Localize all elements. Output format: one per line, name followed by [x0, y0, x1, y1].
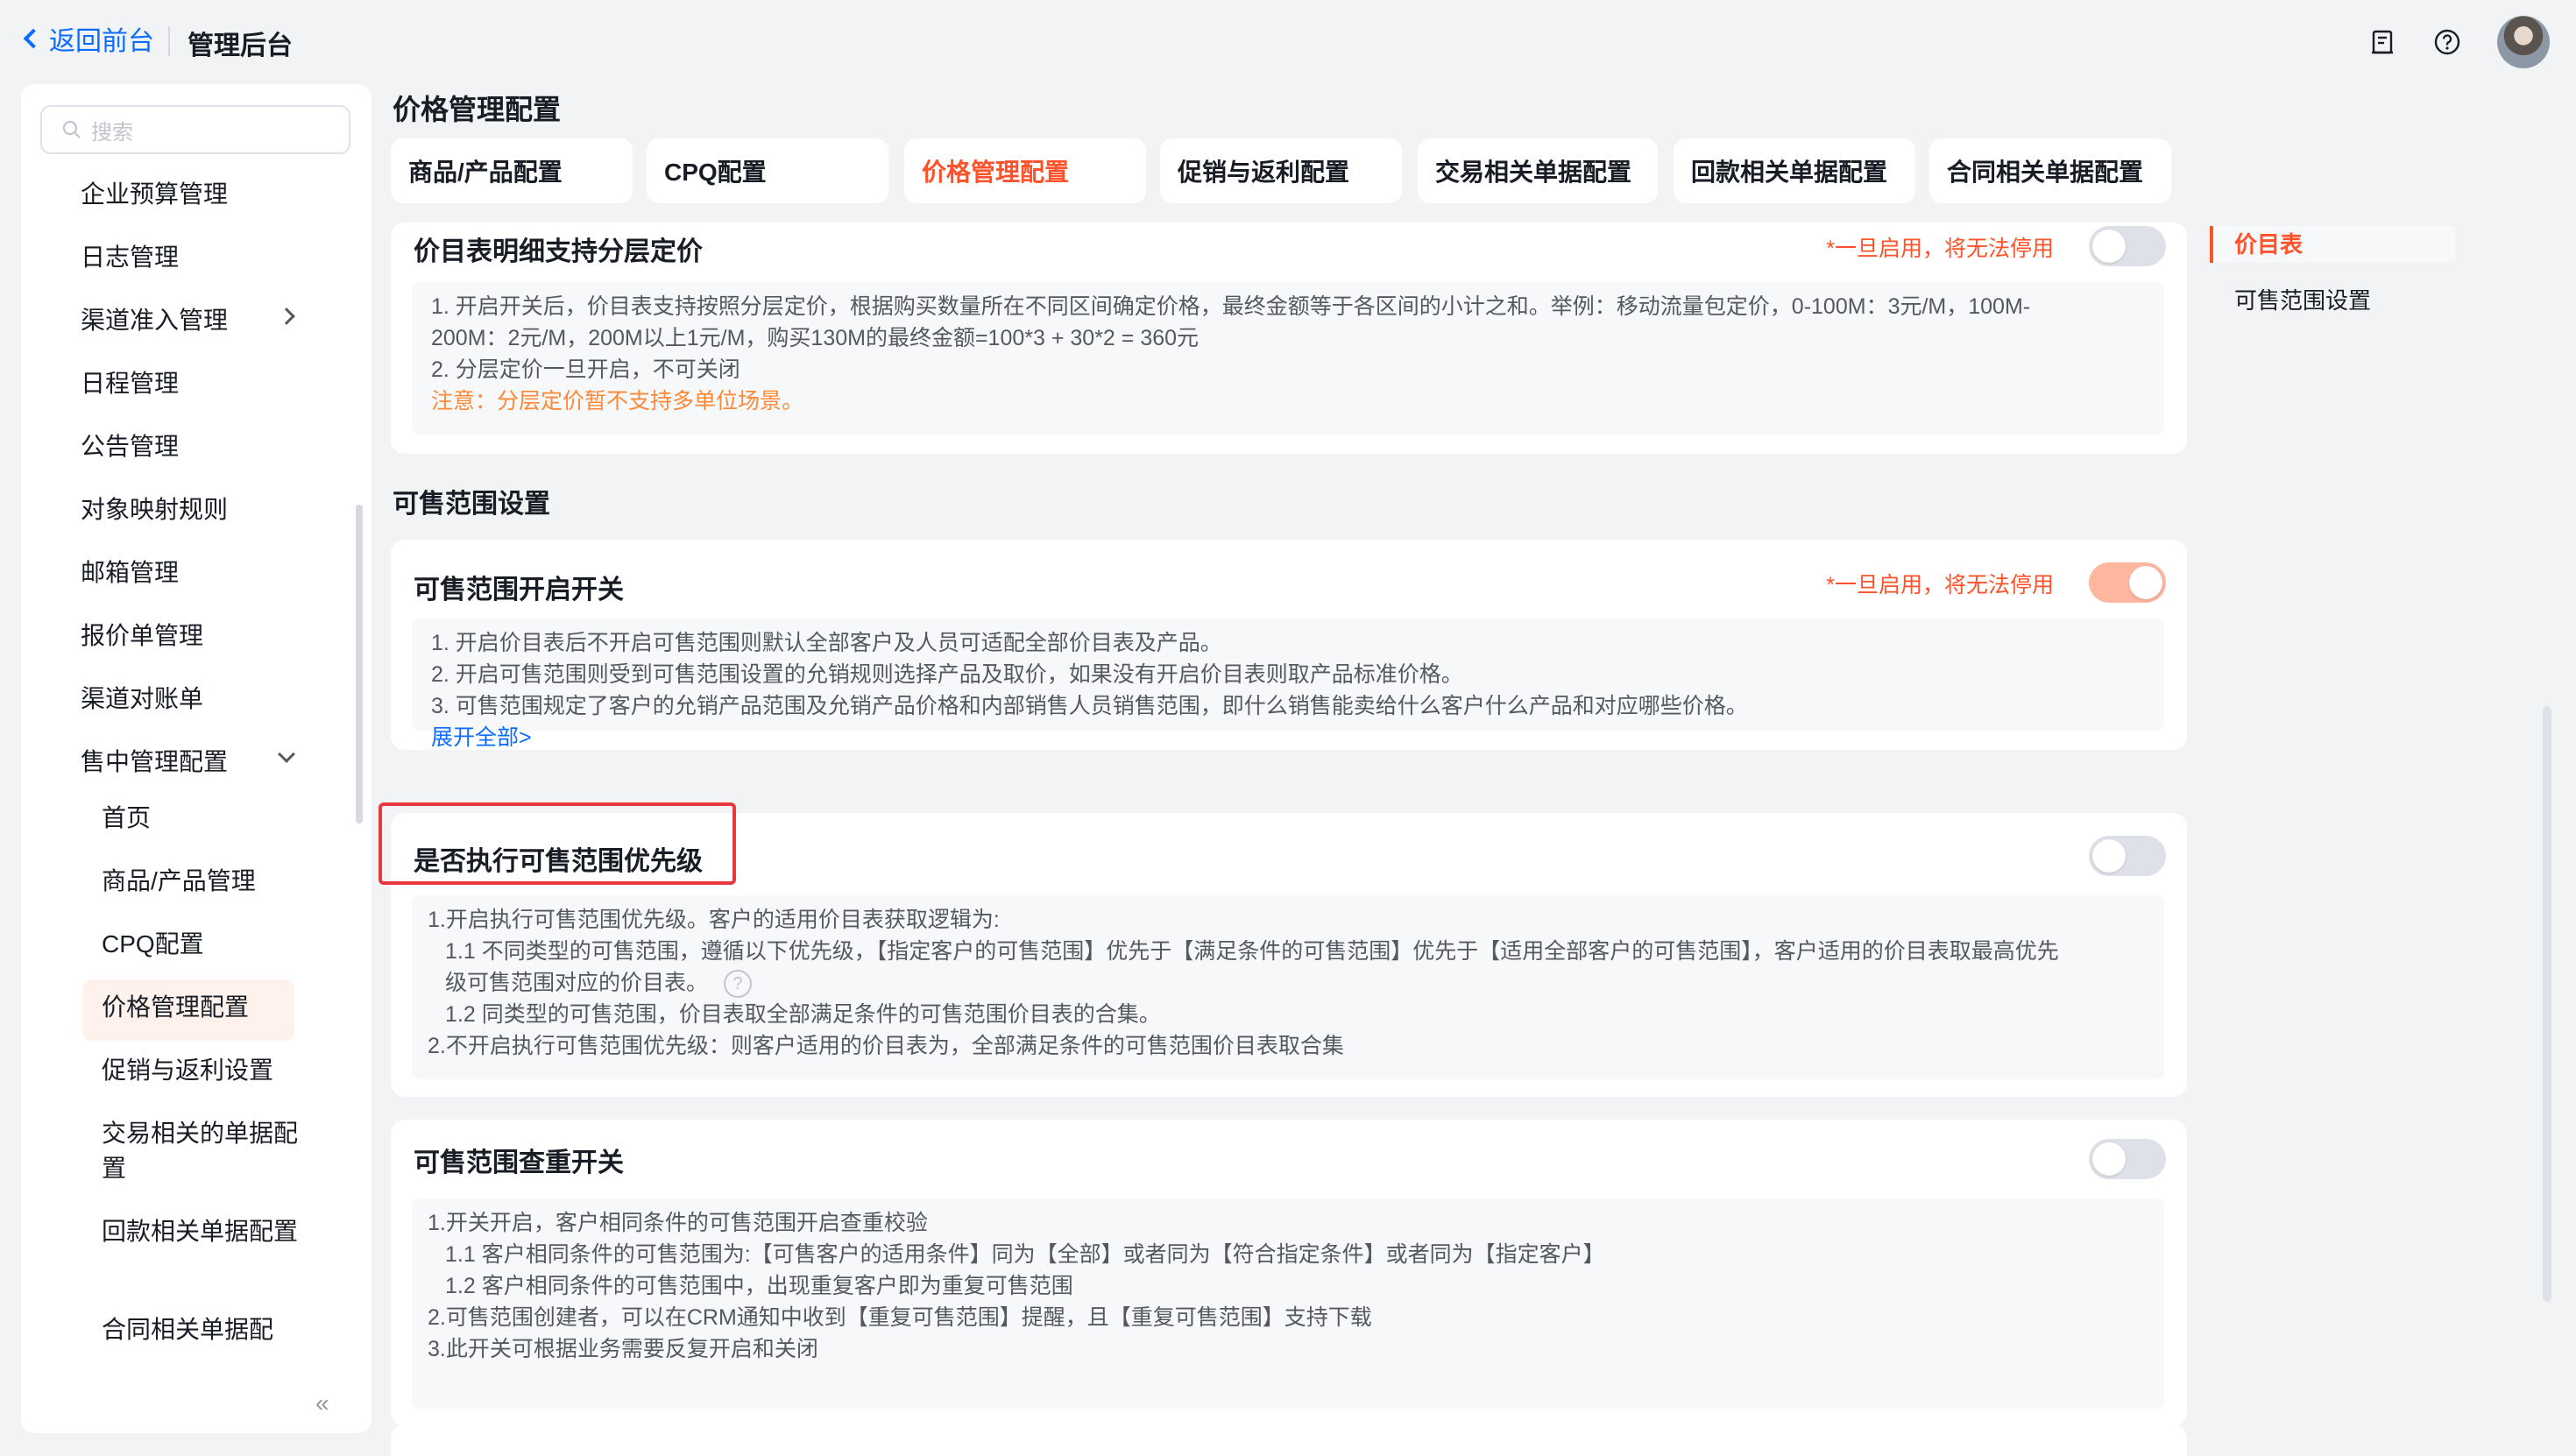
desc-line: 1.2 客户相同条件的可售范围中，出现重复客户即为重复可售范围	[445, 1274, 1073, 1298]
tab-promotion-config[interactable]: 促销与返利配置	[1160, 138, 1402, 203]
sidebar-sub-price-config[interactable]: 价格管理配置	[102, 990, 312, 1025]
anchor-active-indicator	[2210, 226, 2213, 263]
tiered-pricing-toggle[interactable]	[2089, 226, 2166, 266]
notepad-icon[interactable]	[2367, 27, 2397, 57]
sidebar-item-channel-access[interactable]: 渠道准入管理	[81, 301, 228, 336]
back-label: 返回前台	[49, 27, 154, 56]
sidebar-sub-transaction-docs[interactable]: 交易相关的单据配置	[102, 1116, 312, 1186]
toggle-knob	[2129, 566, 2162, 599]
sidebar-item-log[interactable]: 日志管理	[81, 238, 179, 273]
sidebar-item-in-sale-config[interactable]: 售中管理配置	[81, 743, 228, 778]
desc-line: 1.开关开启，客户相同条件的可售范围开启查重校验	[428, 1211, 928, 1235]
desc-line: 3.此开关可根据业务需要反复开启和关闭	[428, 1337, 818, 1361]
sidebar-sub-promotion[interactable]: 促销与返利设置	[102, 1053, 312, 1088]
sidebar-item-schedule[interactable]: 日程管理	[81, 364, 179, 399]
desc-line: 1.2 同类型的可售范围，价目表取全部满足条件的可售范围价目表的合集。	[445, 1002, 1161, 1027]
sidebar-item-object-mapping[interactable]: 对象映射规则	[81, 491, 228, 526]
card-saleable-dedupe: 可售范围查重开关 1.开关开启，客户相同条件的可售范围开启查重校验 1.1 客户…	[391, 1120, 2187, 1426]
desc-line: 2. 开启可售范围则受到可售范围设置的允销规则选择产品及取价，如果没有开启价目表…	[431, 662, 1463, 687]
sidebar-sub-home[interactable]: 首页	[102, 801, 312, 836]
warning-text: *一旦启用，将无法停用	[1826, 237, 2054, 261]
toggle-knob	[2092, 230, 2126, 263]
card-tiered-pricing: 价目表明细支持分层定价 *一旦启用，将无法停用 1. 开启开关后，价目表支持按照…	[391, 223, 2187, 454]
admin-title: 管理后台	[188, 32, 293, 60]
tab-price-config[interactable]: 价格管理配置	[904, 138, 1146, 203]
top-icons	[2367, 16, 2550, 68]
expand-all-link[interactable]: 展开全部>	[431, 722, 2145, 753]
sidebar-sub-payment-docs[interactable]: 回款相关单据配置	[102, 1214, 312, 1249]
card-title: 价目表明细支持分层定价	[414, 237, 703, 266]
chevron-right-icon	[278, 307, 295, 325]
sidebar-sub-product[interactable]: 商品/产品管理	[102, 864, 312, 899]
sidebar-sub-contract-docs[interactable]: 合同相关单据配	[102, 1312, 312, 1347]
description-box: 1. 开启开关后，价目表支持按照分层定价，根据购买数量所在不同区间确定价格，最终…	[412, 282, 2164, 435]
card-title: 可售范围开启开关	[414, 576, 624, 604]
page-title: 价格管理配置	[393, 94, 562, 125]
section-title: 可售范围设置	[393, 490, 550, 519]
description-box: 1.开关开启，客户相同条件的可售范围开启查重校验 1.1 客户相同条件的可售范围…	[412, 1198, 2164, 1409]
question-icon[interactable]: ?	[724, 970, 753, 999]
sidebar-item-mailbox[interactable]: 邮箱管理	[81, 554, 179, 589]
divider	[168, 26, 170, 56]
sidebar-sub-cpq[interactable]: CPQ配置	[102, 927, 312, 962]
search-input[interactable]: 搜索	[40, 105, 350, 154]
highlight-annotation-box	[379, 802, 736, 885]
tab-contract-config[interactable]: 合同相关单据配置	[1929, 138, 2171, 203]
desc-line-text: 级可售范围对应的价目表。	[445, 971, 709, 995]
tab-transaction-config[interactable]: 交易相关单据配置	[1418, 138, 1658, 203]
sidebar-item-channel-statement[interactable]: 渠道对账单	[81, 680, 203, 715]
desc-line: 2. 分层定价一旦开启，不可关闭	[431, 357, 740, 382]
tab-product-config[interactable]: 商品/产品配置	[391, 138, 633, 203]
note-line: 注意：分层定价暂不支持多单位场景。	[431, 389, 804, 413]
card-next	[391, 1424, 2187, 1456]
chevron-down-icon	[278, 746, 295, 763]
sidebar-item-announcement[interactable]: 公告管理	[81, 428, 179, 463]
description-box: 1.开启执行可售范围优先级。客户的适用价目表获取逻辑为: 1.1 不同类型的可售…	[412, 895, 2164, 1079]
search-icon	[62, 120, 81, 138]
sidebar: 搜索 企业预算管理 日志管理 渠道准入管理 日程管理 公告管理 对象映射规则 邮…	[21, 84, 372, 1433]
saleable-range-toggle[interactable]	[2089, 562, 2166, 603]
desc-line: 2.可售范围创建者，可以在CRM通知中收到【重复可售范围】提醒，且【重复可售范围…	[428, 1305, 1372, 1330]
desc-line: 200M：2元/M，200M以上1元/M，购买130M的最终金额=100*3 +…	[431, 326, 1200, 350]
sidebar-scrollbar[interactable]	[356, 505, 363, 823]
toggle-knob	[2092, 839, 2126, 873]
user-avatar[interactable]	[2497, 16, 2550, 68]
collapse-sidebar-button[interactable]: «	[315, 1389, 329, 1417]
desc-line: 级可售范围对应的价目表。?	[428, 967, 2145, 999]
saleable-dedupe-toggle[interactable]	[2089, 1139, 2166, 1179]
desc-line: 1.1 不同类型的可售范围，遵循以下优先级，【指定客户的可售范围】优先于【满足条…	[445, 939, 2059, 964]
back-to-frontend-link[interactable]: 返回前台	[21, 19, 154, 58]
desc-line: 2.不开启执行可售范围优先级：则客户适用的价目表为，全部满足条件的可售范围价目表…	[428, 1034, 1344, 1058]
search-placeholder: 搜索	[91, 120, 133, 145]
tab-payment-config[interactable]: 回款相关单据配置	[1674, 138, 1915, 203]
help-icon[interactable]	[2432, 27, 2462, 57]
tab-cpq-config[interactable]: CPQ配置	[647, 138, 888, 203]
card-saleable-range: 可售范围开启开关 *一旦启用，将无法停用 1. 开启价目表后不开启可售范围则默认…	[391, 540, 2187, 750]
sidebar-item-budget[interactable]: 企业预算管理	[81, 175, 228, 210]
desc-line: 1. 开启价目表后不开启可售范围则默认全部客户及人员可适配全部价目表及产品。	[431, 631, 1222, 655]
anchor-saleable-range[interactable]: 可售范围设置	[2213, 282, 2455, 319]
saleable-priority-toggle[interactable]	[2089, 836, 2166, 876]
desc-line: 3. 可售范围规定了客户的允销产品范围及允销产品价格和内部销售人员销售范围，即什…	[431, 694, 1748, 718]
anchor-price-list[interactable]: 价目表	[2213, 226, 2455, 263]
desc-line: 1.开启执行可售范围优先级。客户的适用价目表获取逻辑为:	[428, 908, 1000, 932]
desc-line: 1.1 客户相同条件的可售范围为:【可售客户的适用条件】同为【全部】或者同为【符…	[445, 1242, 1605, 1267]
toggle-knob	[2092, 1142, 2126, 1176]
card-title: 可售范围查重开关	[414, 1149, 624, 1177]
description-box: 1. 开启价目表后不开启可售范围则默认全部客户及人员可适配全部价目表及产品。 2…	[412, 618, 2164, 750]
main-scrollbar[interactable]	[2543, 706, 2551, 1302]
sidebar-item-quote[interactable]: 报价单管理	[81, 617, 203, 652]
chevron-left-icon	[23, 28, 44, 49]
top-bar: 返回前台 管理后台	[0, 0, 2576, 84]
desc-line: 1. 开启开关后，价目表支持按照分层定价，根据购买数量所在不同区间确定价格，最终…	[431, 294, 2031, 319]
warning-text: *一旦启用，将无法停用	[1826, 573, 2054, 597]
